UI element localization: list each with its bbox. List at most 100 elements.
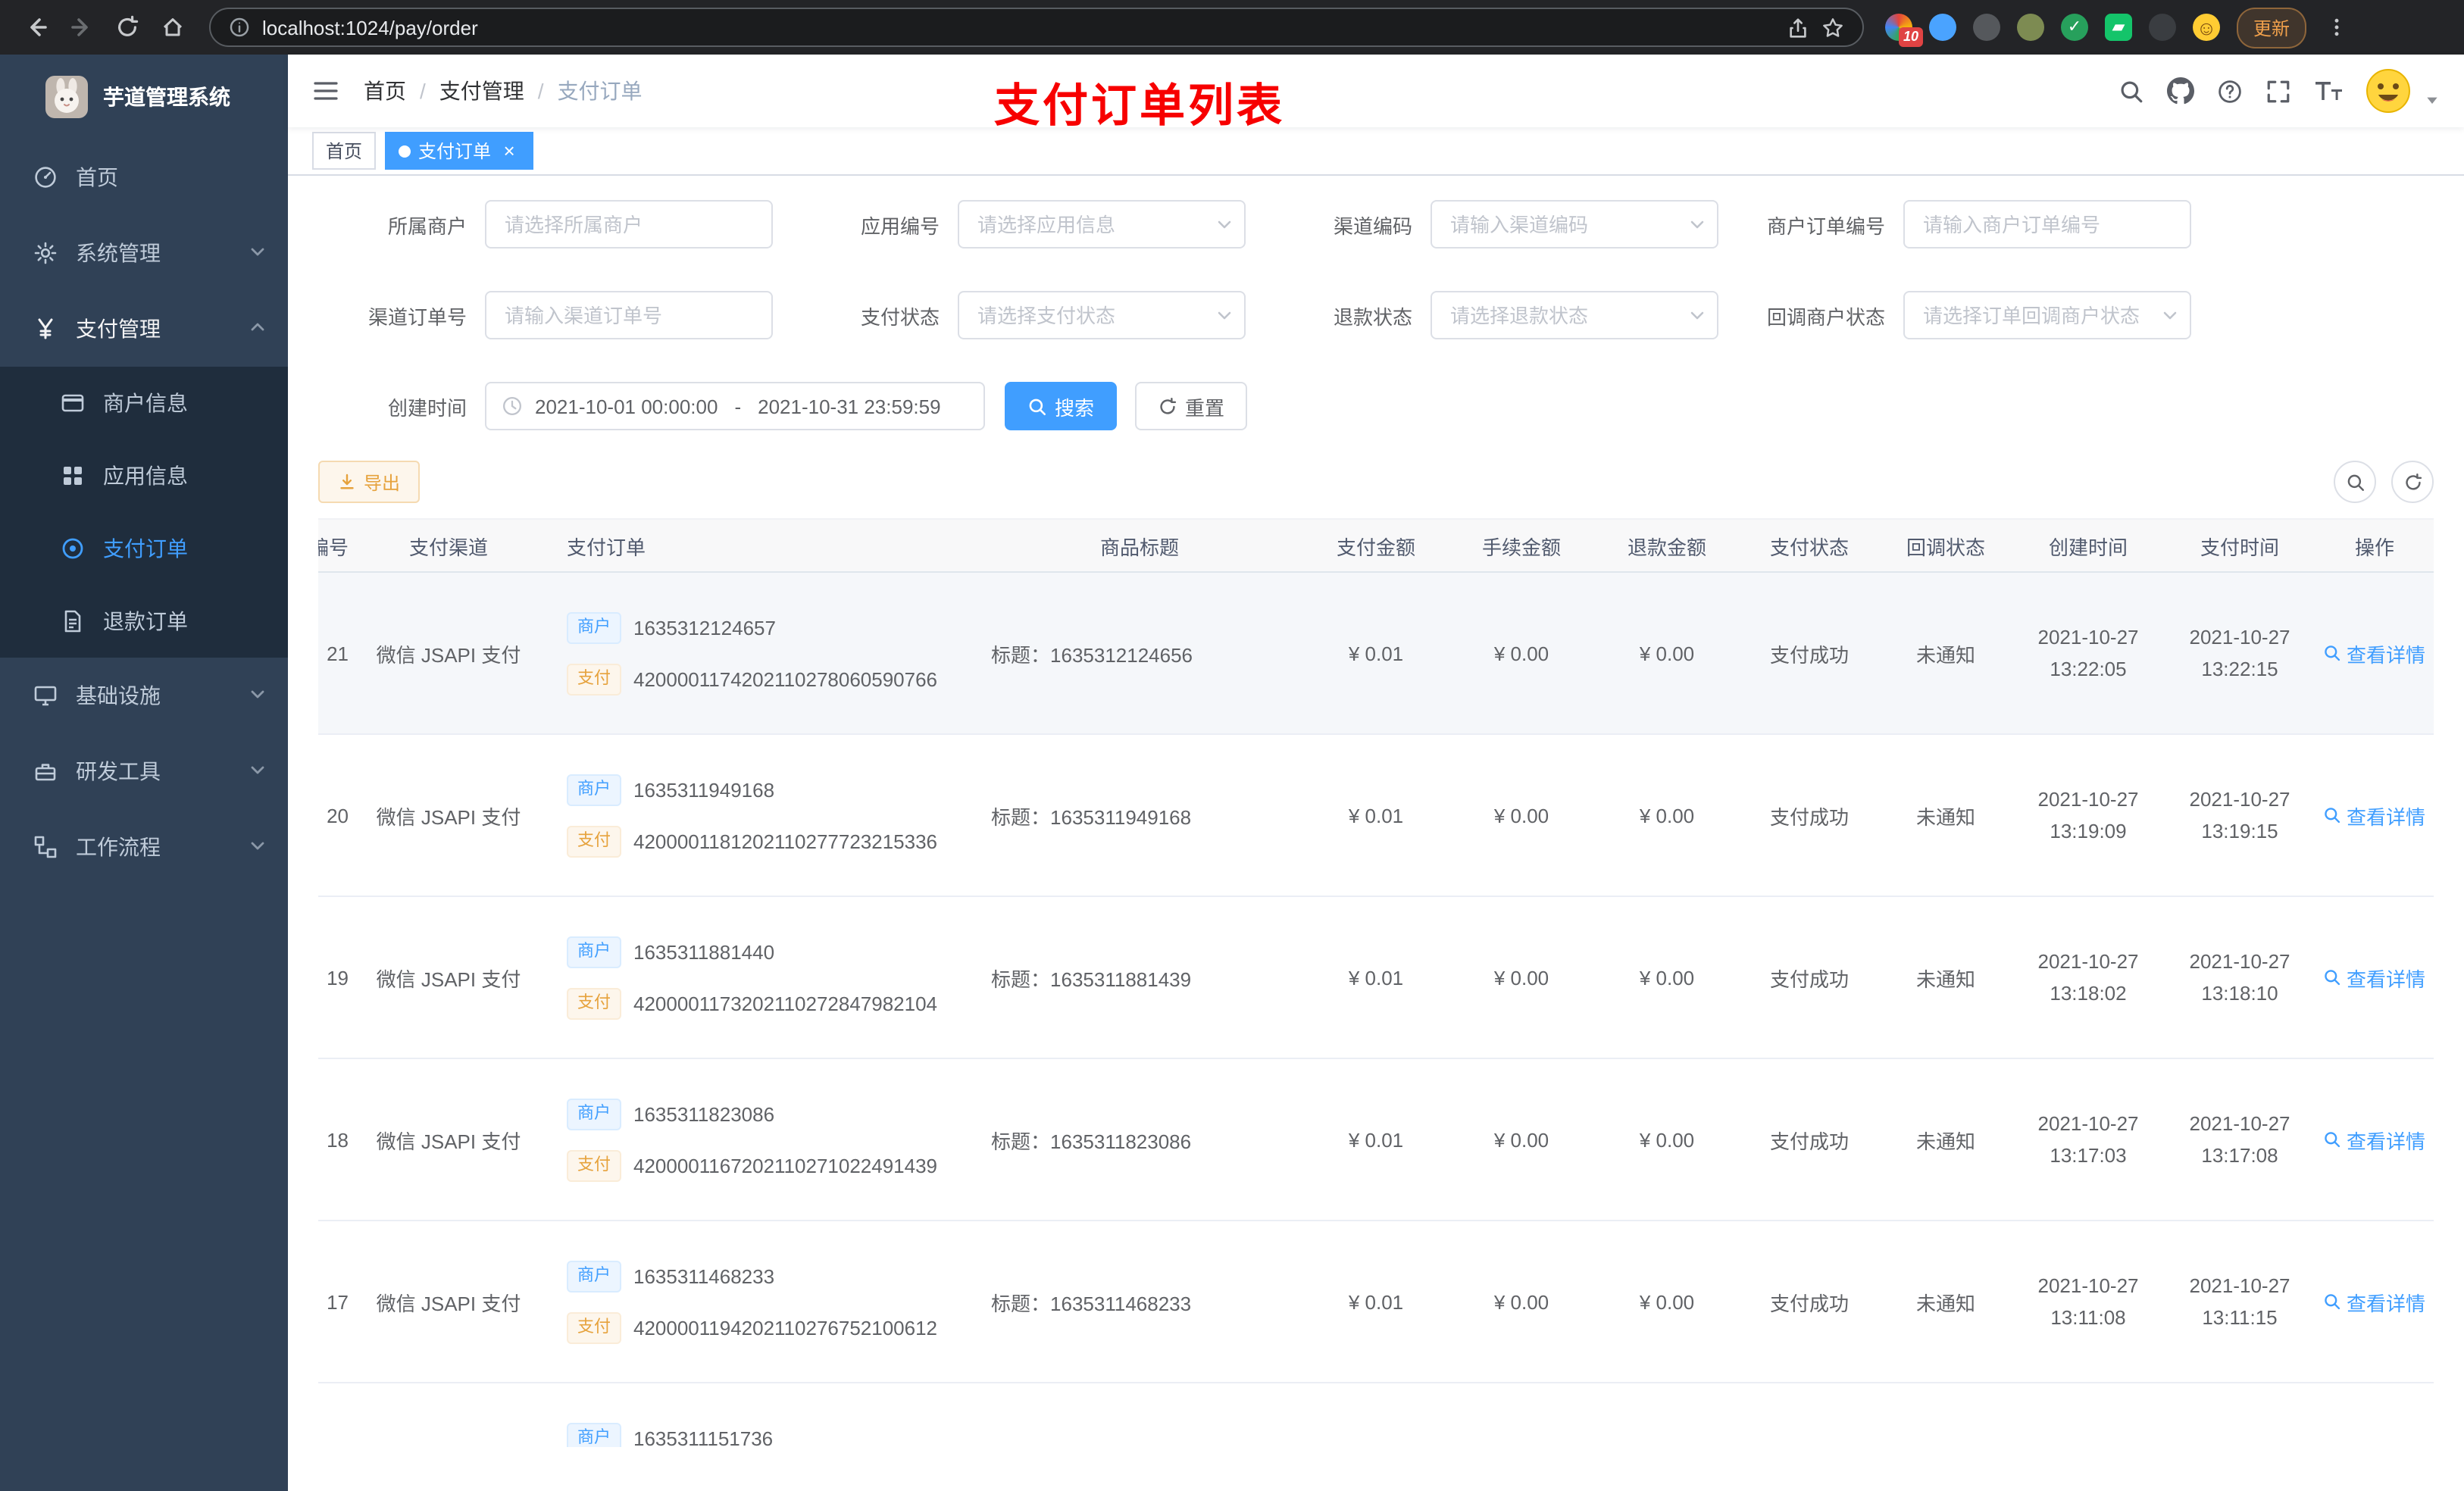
cell-create-time: 2021-10-27 13:19:09 [2037, 787, 2139, 842]
filter-input[interactable] [958, 200, 1246, 248]
sidebar-item-payment[interactable]: 支付管理 [0, 291, 288, 367]
table-header: 编号 支付渠道 支付订单 商品标题 支付金额 手续金额 退款金额 支付状态 回调… [318, 518, 2434, 573]
download-icon [340, 474, 354, 489]
view-detail-link[interactable]: 查看详情 [2324, 1125, 2425, 1154]
forward-icon[interactable] [61, 6, 103, 48]
filter-select[interactable] [1903, 291, 2191, 339]
breadcrumb-current: 支付订单 [557, 79, 643, 103]
view-detail-link[interactable]: 查看详情 [2324, 639, 2425, 667]
view-icon [2325, 970, 2341, 986]
sidebar-item-refund-order[interactable]: 退款订单 [0, 585, 288, 658]
breadcrumb-separator [538, 79, 544, 103]
extension-icon[interactable] [2017, 14, 2044, 41]
filter-input[interactable] [1903, 291, 2191, 339]
export-button[interactable]: 导出 [318, 461, 421, 503]
avatar-caret-icon[interactable] [2425, 89, 2440, 111]
user-avatar[interactable] [2366, 68, 2411, 114]
tab-pay-order[interactable]: 支付订单 [385, 132, 534, 170]
filter-select[interactable] [958, 291, 1246, 339]
filter-input[interactable] [485, 200, 773, 248]
help-icon[interactable] [2217, 78, 2243, 104]
extension-icon[interactable] [2149, 14, 2176, 41]
merchant-tag: 商户 [567, 1098, 621, 1130]
breadcrumb-home[interactable]: 首页 [364, 76, 406, 106]
filter-input[interactable] [485, 200, 773, 248]
extension-icon[interactable] [1929, 14, 1956, 41]
sidebar-item-home[interactable]: 首页 [0, 139, 288, 215]
filter-input[interactable] [958, 291, 1246, 339]
view-detail-link[interactable]: 查看详情 [2324, 801, 2425, 830]
date-range-picker[interactable]: 2021-10-01 00:00:00 - 2021-10-31 23:59:5… [485, 382, 985, 430]
view-detail-link[interactable]: 查看详情 [2324, 963, 2425, 992]
sidebar-item-app-info[interactable]: 应用信息 [0, 439, 288, 512]
home-icon[interactable] [152, 6, 194, 48]
filter-field: 商户订单编号 [1737, 200, 2209, 248]
cell-order: 商户1635311151736支付 [549, 1422, 976, 1447]
cell-channel: 微信 JSAPI 支付 [376, 643, 521, 666]
sidebar-item-merchant-info[interactable]: 商户信息 [0, 367, 288, 439]
page-content: 所属商户应用编号渠道编码商户订单编号渠道订单号支付状态退款状态回调商户状态 创建… [288, 176, 2464, 1491]
reset-button[interactable]: 重置 [1135, 382, 1248, 430]
filter-date-row: 创建时间 2021-10-01 00:00:00 - 2021-10-31 23… [318, 382, 2434, 430]
merchant-order-no: 1635311881440 [633, 940, 775, 963]
cell-refund: ¥ 0.00 [1639, 1128, 1695, 1151]
reload-icon[interactable] [106, 6, 149, 48]
view-detail-link[interactable]: 查看详情 [2324, 1287, 2425, 1316]
extension-icon[interactable]: ✓ [2061, 14, 2088, 41]
filter-input[interactable] [1903, 200, 2191, 248]
monitor-icon [34, 686, 57, 706]
col-header: 支付时间 [2200, 536, 2279, 558]
col-header: 商品标题 [1099, 536, 1179, 558]
filter-input[interactable] [485, 291, 773, 339]
browser-update-button[interactable]: 更新 [2237, 7, 2307, 48]
sidebar-toggle-icon[interactable] [312, 79, 339, 103]
cell-order: 商户 1635311823086 支付 42000011672021102710224… [549, 1098, 976, 1181]
toggle-search-icon[interactable] [2334, 461, 2376, 503]
filter-select[interactable] [958, 200, 1246, 248]
view-icon [2325, 645, 2341, 661]
search-button[interactable]: 搜索 [1005, 382, 1118, 430]
search-icon[interactable] [2118, 78, 2144, 104]
bookmark-star-icon[interactable] [1821, 16, 1844, 39]
sidebar-item-infra[interactable]: 基础设施 [0, 658, 288, 733]
extension-icon[interactable]: ▰ [2105, 14, 2132, 41]
fullscreen-icon[interactable] [2265, 78, 2291, 104]
merchant-order-no: 1635311468233 [633, 1264, 775, 1287]
filter-select[interactable] [1431, 200, 1718, 248]
sidebar-item-dev-tools[interactable]: 研发工具 [0, 733, 288, 809]
col-header: 回调状态 [1906, 536, 1985, 558]
cell-amount: ¥ 0.01 [1348, 1290, 1404, 1313]
cell-amount: ¥ 0.01 [1348, 642, 1404, 664]
github-icon[interactable] [2167, 77, 2194, 105]
share-icon[interactable] [1787, 16, 1809, 39]
tab-close-icon[interactable] [499, 140, 520, 161]
extension-icon[interactable]: 10 [1885, 14, 1923, 47]
filter-input[interactable] [485, 291, 773, 339]
browser-menu-icon[interactable] [2326, 17, 2347, 38]
filter-input[interactable] [1903, 200, 2191, 248]
refresh-table-icon[interactable] [2391, 461, 2434, 503]
font-size-icon[interactable] [2314, 79, 2343, 103]
breadcrumb-pay-mgmt[interactable]: 支付管理 [439, 76, 524, 106]
url-bar[interactable]: localhost:1024/pay/order [209, 8, 1864, 47]
view-icon [2325, 1132, 2341, 1148]
filter-select[interactable] [1431, 291, 1718, 339]
tags-view-bar: 首页 支付订单 [288, 127, 2464, 176]
cell-refund: ¥ 0.00 [1639, 642, 1695, 664]
cell-notify: 未通知 [1915, 805, 1975, 828]
filter-input[interactable] [1431, 200, 1718, 248]
extension-emoji-icon[interactable]: ☺ [2193, 14, 2220, 41]
cell-channel: 微信 JSAPI 支付 [376, 1130, 521, 1152]
filter-input[interactable] [1431, 291, 1718, 339]
sidebar-item-pay-order[interactable]: 支付订单 [0, 512, 288, 585]
sidebar-item-workflow[interactable]: 工作流程 [0, 809, 288, 885]
extensions-bar: 10 ✓ ▰ ☺ 更新 [1885, 7, 2347, 48]
site-info-icon[interactable] [229, 17, 250, 38]
back-icon[interactable] [15, 6, 58, 48]
channel-order-no: 4200001167202110271022491439 [633, 1154, 938, 1177]
tab-home[interactable]: 首页 [312, 132, 377, 170]
extension-icon[interactable] [1973, 14, 2000, 41]
cell-create-time: 2021-10-27 13:22:05 [2037, 625, 2139, 680]
sidebar-item-system[interactable]: 系统管理 [0, 215, 288, 291]
filter-field: 渠道编码 [1264, 200, 1737, 248]
